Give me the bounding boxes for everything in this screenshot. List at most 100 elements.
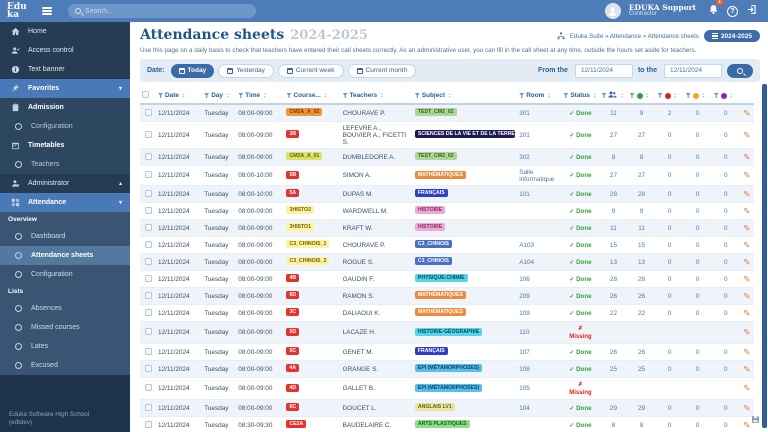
column-header-students[interactable]: ▲▼: [599, 88, 627, 104]
column-header-day[interactable]: Day▲▼: [202, 88, 236, 104]
edit-row-button[interactable]: ✎: [743, 420, 750, 430]
edit-row-button[interactable]: ✎: [743, 130, 750, 140]
sort-arrows-icon[interactable]: ▲▼: [380, 93, 383, 99]
edit-row-button[interactable]: ✎: [743, 291, 750, 301]
eduka-logo[interactable]: Edu ka: [0, 3, 36, 19]
sidebar-item-configuration[interactable]: Configuration: [0, 265, 130, 284]
sidebar-item-lates[interactable]: Lates: [0, 337, 130, 356]
column-header-room[interactable]: Room▲▼: [517, 88, 561, 104]
global-search[interactable]: [68, 4, 256, 18]
row-checkbox[interactable]: [145, 224, 152, 231]
column-header-dot-10[interactable]: ▲▼: [656, 88, 684, 104]
sidebar-item-favorites[interactable]: Favorites▾: [0, 79, 130, 98]
sort-arrows-icon[interactable]: ▲▼: [448, 93, 451, 99]
apply-filter-button[interactable]: [727, 64, 753, 78]
row-checkbox[interactable]: [145, 131, 152, 138]
to-date-input[interactable]: 12/11/2024: [664, 64, 722, 78]
edit-row-button[interactable]: ✎: [743, 108, 750, 118]
sidebar-item-dashboard[interactable]: Dashboard: [0, 227, 130, 246]
sidebar-item-absences[interactable]: Absences: [0, 299, 130, 318]
sort-arrows-icon[interactable]: ▲▼: [226, 93, 229, 99]
edit-row-button[interactable]: ✎: [743, 170, 750, 180]
sort-arrows-icon[interactable]: ▲▼: [324, 93, 327, 99]
search-input[interactable]: [85, 8, 249, 15]
sort-arrows-icon[interactable]: ▲▼: [674, 93, 677, 99]
filter-button-current-week[interactable]: Current week: [278, 64, 344, 78]
filter-funnel-icon[interactable]: [158, 93, 163, 98]
sidebar-item-access-control[interactable]: Access control: [0, 41, 130, 60]
row-checkbox[interactable]: [145, 365, 152, 372]
row-checkbox[interactable]: [145, 384, 152, 391]
sort-arrows-icon[interactable]: ▲▼: [547, 93, 550, 99]
column-header-dot-11[interactable]: ▲▼: [684, 88, 712, 104]
column-header-course-[interactable]: Course...▲▼: [284, 88, 340, 104]
column-header-subject[interactable]: Subject▲▼: [413, 88, 517, 104]
row-checkbox[interactable]: [145, 309, 152, 316]
edit-row-button[interactable]: ✎: [743, 223, 750, 233]
filter-funnel-icon[interactable]: [286, 93, 291, 98]
filter-funnel-icon[interactable]: [630, 93, 635, 98]
sidebar-item-excused[interactable]: Excused: [0, 356, 130, 375]
edit-row-button[interactable]: ✎: [743, 308, 750, 318]
school-year-selector[interactable]: 2024-2025: [704, 30, 760, 42]
sidebar-item-configuration[interactable]: Configuration: [0, 117, 130, 136]
sidebar-item-teachers[interactable]: Teachers: [0, 155, 130, 174]
row-checkbox[interactable]: [145, 258, 152, 265]
edit-row-button[interactable]: ✎: [743, 206, 750, 216]
column-header-dot-12[interactable]: ▲▼: [712, 88, 740, 104]
row-checkbox[interactable]: [145, 292, 152, 299]
logout-button[interactable]: [746, 2, 758, 20]
filter-funnel-icon[interactable]: [343, 93, 348, 98]
sidebar-item-text-banner[interactable]: Text banner: [0, 60, 130, 79]
filter-funnel-icon[interactable]: [415, 93, 420, 98]
row-checkbox[interactable]: [145, 241, 152, 248]
edit-row-button[interactable]: ✎: [743, 364, 750, 374]
edit-row-button[interactable]: ✎: [743, 240, 750, 250]
sort-arrows-icon[interactable]: ▲▼: [593, 93, 596, 99]
edit-row-button[interactable]: ✎: [743, 257, 750, 267]
sidebar-item-attendance-sheets[interactable]: Attendance sheets: [0, 246, 130, 265]
sidebar-item-timetables[interactable]: Timetables: [0, 136, 130, 155]
from-date-input[interactable]: 12/11/2024: [575, 64, 633, 78]
select-all-header[interactable]: [140, 88, 156, 104]
select-all-checkbox[interactable]: [142, 91, 149, 98]
row-checkbox[interactable]: [145, 207, 152, 214]
column-header-dot-9[interactable]: ▲▼: [628, 88, 656, 104]
row-checkbox[interactable]: [145, 190, 152, 197]
floppy-save-button[interactable]: [751, 411, 760, 429]
filter-funnel-icon[interactable]: [563, 93, 568, 98]
row-checkbox[interactable]: [145, 404, 152, 411]
notifications-button[interactable]: 1: [708, 2, 719, 20]
row-checkbox[interactable]: [145, 421, 152, 428]
filter-funnel-icon[interactable]: [714, 93, 719, 98]
sidebar-item-home[interactable]: Home: [0, 22, 130, 41]
filter-funnel-icon[interactable]: [601, 93, 606, 98]
menu-hamburger-icon[interactable]: [42, 7, 52, 15]
edit-row-button[interactable]: ✎: [743, 189, 750, 199]
edit-row-button[interactable]: ✎: [743, 347, 750, 357]
help-button[interactable]: ?: [727, 6, 738, 17]
filter-funnel-icon[interactable]: [204, 93, 209, 98]
sort-arrows-icon[interactable]: ▲▼: [730, 93, 733, 99]
row-checkbox[interactable]: [145, 328, 152, 335]
row-checkbox[interactable]: [145, 109, 152, 116]
avatar[interactable]: [605, 3, 621, 19]
edit-row-button[interactable]: ✎: [743, 383, 750, 393]
edit-row-button[interactable]: ✎: [743, 274, 750, 284]
sidebar-item-attendance[interactable]: Attendance▾: [0, 193, 130, 212]
filter-funnel-icon[interactable]: [238, 93, 243, 98]
sort-arrows-icon[interactable]: ▲▼: [263, 93, 266, 99]
sort-arrows-icon[interactable]: ▲▼: [646, 93, 649, 99]
edit-row-button[interactable]: ✎: [743, 403, 750, 413]
filter-button-current-month[interactable]: Current month: [348, 64, 417, 78]
filter-funnel-icon[interactable]: [519, 93, 524, 98]
column-header-time[interactable]: Time▲▼: [236, 88, 284, 104]
row-checkbox[interactable]: [145, 171, 152, 178]
vertical-scrollbar[interactable]: [762, 84, 767, 428]
edit-row-button[interactable]: ✎: [743, 327, 750, 337]
column-header-teachers[interactable]: Teachers▲▼: [341, 88, 413, 104]
filter-button-yesterday[interactable]: Yesterday: [218, 64, 274, 78]
row-checkbox[interactable]: [145, 153, 152, 160]
sidebar-item-missed-courses[interactable]: Missed courses: [0, 318, 130, 337]
filter-funnel-icon[interactable]: [658, 93, 663, 98]
